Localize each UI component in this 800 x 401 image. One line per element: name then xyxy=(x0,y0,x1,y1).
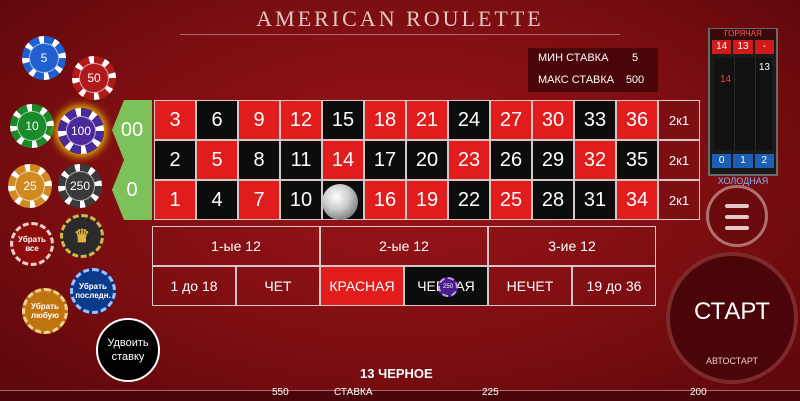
bet-spot-14[interactable]: 14 xyxy=(322,140,364,180)
column-bet-3[interactable]: 2к1 xyxy=(658,100,700,140)
hot-number: 13 xyxy=(733,40,753,54)
bet-spot-9[interactable]: 9 xyxy=(238,100,280,140)
hot-number: - xyxy=(754,40,774,54)
bet-spot-22[interactable]: 22 xyxy=(448,180,490,220)
cold-numbers: 0 1 2 xyxy=(712,154,774,168)
dozen-bet-2[interactable]: 2-ые 12 xyxy=(320,226,488,266)
cold-number: 2 xyxy=(754,154,774,168)
bet-spot-30[interactable]: 30 xyxy=(532,100,574,140)
autostart-button[interactable]: АВТОСТАРТ xyxy=(670,356,794,366)
bet-red[interactable]: КРАСНАЯ xyxy=(320,266,404,306)
game-title: AMERICAN ROULETTE xyxy=(180,4,620,35)
bet-spot-2[interactable]: 2 xyxy=(154,140,196,180)
bet-spot-31[interactable]: 31 xyxy=(574,180,616,220)
bet-value: 225 xyxy=(482,387,499,398)
clear-favorite-button[interactable]: Убрать любую xyxy=(22,288,68,334)
hot-cold-stats-panel: ГОРЯЧАЯ 14 13 - 13 14 0 1 2 ХОЛОДНАЯ xyxy=(708,28,778,186)
bet-label: СТАВКА xyxy=(334,387,373,398)
bet-spot-25[interactable]: 25 xyxy=(490,180,532,220)
bet-spot-27[interactable]: 27 xyxy=(490,100,532,140)
dozen-bet-3[interactable]: 3-ие 12 xyxy=(488,226,656,266)
bet-odd[interactable]: НЕЧЕТ xyxy=(488,266,572,306)
bet-spot-8[interactable]: 8 xyxy=(238,140,280,180)
chip-250[interactable]: 250 xyxy=(58,164,102,208)
bet-spot-15[interactable]: 15 xyxy=(322,100,364,140)
bet-even[interactable]: ЧЕТ xyxy=(236,266,320,306)
bet-spot-10[interactable]: 10 xyxy=(280,180,322,220)
last-result: 13 ЧЕРНОЕ xyxy=(360,366,433,381)
bet-spot-00[interactable]: 00 xyxy=(112,100,152,160)
bet-spot-28[interactable]: 28 xyxy=(532,180,574,220)
bet-spot-20[interactable]: 20 xyxy=(406,140,448,180)
clear-all-button[interactable]: Убрать все xyxy=(10,222,54,266)
bet-spot-1[interactable]: 1 xyxy=(154,180,196,220)
history-list: 13 14 xyxy=(714,58,772,150)
dozen-bet-1[interactable]: 1-ые 12 xyxy=(152,226,320,266)
double-bet-button[interactable]: Удвоить ставку xyxy=(96,318,160,382)
chip-value: 5 xyxy=(29,43,59,73)
chip-value: 100 xyxy=(65,115,97,147)
bet-spot-21[interactable]: 21 xyxy=(406,100,448,140)
bet-spot-16[interactable]: 16 xyxy=(364,180,406,220)
roulette-ball-marker xyxy=(322,184,358,220)
bet-spot-17[interactable]: 17 xyxy=(364,140,406,180)
bet-spot-6[interactable]: 6 xyxy=(196,100,238,140)
cold-label: ХОЛОДНАЯ xyxy=(717,176,769,186)
bet-spot-7[interactable]: 7 xyxy=(238,180,280,220)
balance-value: 550 xyxy=(272,387,289,398)
hot-label: ГОРЯЧАЯ xyxy=(710,29,776,39)
column-bet-2[interactable]: 2к1 xyxy=(658,140,700,180)
bet-spot-3[interactable]: 3 xyxy=(154,100,196,140)
chip-100[interactable]: 100 xyxy=(58,108,104,154)
win-value: 200 xyxy=(690,387,707,398)
max-bet-value: 500 xyxy=(625,74,645,86)
chip-value: 250 xyxy=(65,171,95,201)
start-button[interactable]: СТАРТ АВТОСТАРТ xyxy=(666,252,798,384)
chip-10[interactable]: 10 xyxy=(10,104,54,148)
favorite-button[interactable]: ♛ xyxy=(60,214,104,258)
bet-1-to-18[interactable]: 1 до 18 xyxy=(152,266,236,306)
bet-spot-34[interactable]: 34 xyxy=(616,180,658,220)
bet-spot-0[interactable]: 0 xyxy=(112,160,152,220)
bet-spot-11[interactable]: 11 xyxy=(280,140,322,180)
bet-spot-18[interactable]: 18 xyxy=(364,100,406,140)
bet-spot-12[interactable]: 12 xyxy=(280,100,322,140)
bottom-bar: 550 СТАВКА 225 200 xyxy=(0,387,800,401)
chip-value: 10 xyxy=(17,111,47,141)
bet-spot-23[interactable]: 23 xyxy=(448,140,490,180)
bet-spot-26[interactable]: 26 xyxy=(490,140,532,180)
menu-button[interactable] xyxy=(706,185,768,247)
min-bet-value: 5 xyxy=(631,52,639,64)
chip-value: 50 xyxy=(79,63,109,93)
bet-19-to-36[interactable]: 19 до 36 xyxy=(572,266,656,306)
history-item: 13 xyxy=(758,62,770,73)
chip-value: 25 xyxy=(15,171,45,201)
clear-last-button[interactable]: Убрать последн. xyxy=(70,268,116,314)
bet-spot-19[interactable]: 19 xyxy=(406,180,448,220)
bet-spot-24[interactable]: 24 xyxy=(448,100,490,140)
history-item: 14 xyxy=(720,74,732,85)
bet-spot-4[interactable]: 4 xyxy=(196,180,238,220)
chip-5[interactable]: 5 xyxy=(22,36,66,80)
min-bet-label: МИН СТАВКА xyxy=(538,52,609,64)
chip-50[interactable]: 50 xyxy=(72,56,116,100)
bet-spot-33[interactable]: 33 xyxy=(574,100,616,140)
cold-number: 1 xyxy=(733,154,753,168)
start-label: СТАРТ xyxy=(694,298,770,325)
hot-number: 14 xyxy=(712,40,732,54)
bet-spot-5[interactable]: 5 xyxy=(196,140,238,180)
bet-limits-panel: МИН СТАВКА 5 МАКС СТАВКА 500 xyxy=(528,48,658,92)
max-bet-label: МАКС СТАВКА xyxy=(538,74,615,86)
bet-spot-29[interactable]: 29 xyxy=(532,140,574,180)
placed-bet-chip[interactable]: 250 xyxy=(438,277,458,297)
crown-icon: ♛ xyxy=(73,225,91,246)
chip-25[interactable]: 25 xyxy=(8,164,52,208)
cold-number: 0 xyxy=(712,154,732,168)
hot-numbers: 14 13 - xyxy=(712,40,774,54)
bet-spot-36[interactable]: 36 xyxy=(616,100,658,140)
bet-spot-32[interactable]: 32 xyxy=(574,140,616,180)
column-bet-1[interactable]: 2к1 xyxy=(658,180,700,220)
bet-spot-35[interactable]: 35 xyxy=(616,140,658,180)
